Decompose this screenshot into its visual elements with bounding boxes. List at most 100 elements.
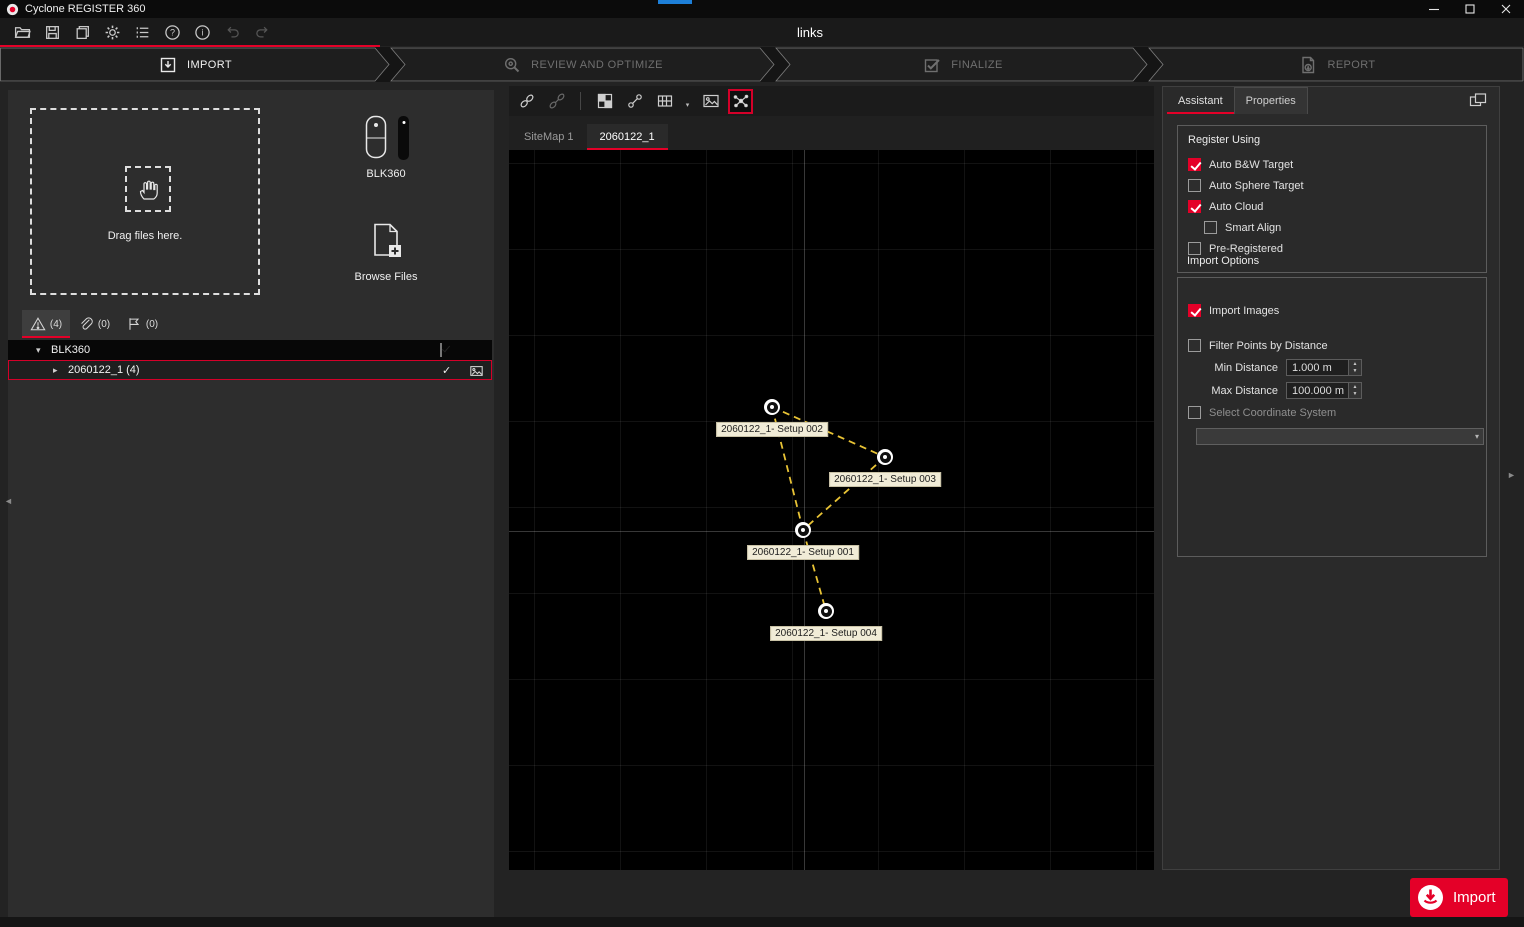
open-project-button[interactable] (10, 21, 35, 44)
close-button[interactable] (1488, 0, 1524, 18)
max-distance-input[interactable]: 100.000 m (1286, 382, 1348, 399)
checkbox-icon[interactable] (1188, 304, 1201, 317)
import-file-tree: ▾ BLK360 ▸ 2060122_1 (4) ✓ (8, 340, 492, 380)
setup-node[interactable] (877, 449, 893, 465)
min-distance-stepper[interactable]: ▲ ▼ (1348, 359, 1362, 376)
caret-down-icon[interactable]: ▾ (36, 345, 47, 356)
tab-attachments[interactable]: (0) (70, 310, 118, 338)
register-using-title: Register Using (1188, 134, 1476, 146)
setup-label[interactable]: 2060122_1- Setup 004 (770, 626, 882, 641)
max-distance-stepper[interactable]: ▲ ▼ (1348, 382, 1362, 399)
setup-label[interactable]: 2060122_1- Setup 001 (747, 545, 859, 560)
workflow-step-label: REVIEW AND OPTIMIZE (531, 59, 663, 71)
drop-files-zone[interactable]: Drag files here. (30, 108, 260, 295)
about-info-button[interactable]: i (190, 21, 215, 44)
tab-sitemap-1[interactable]: SiteMap 1 (511, 124, 587, 150)
tab-label: 2060122_1 (600, 131, 655, 143)
checkbox-icon[interactable] (1188, 406, 1201, 419)
images-icon[interactable] (469, 364, 484, 381)
blk360-device-icon (363, 114, 389, 160)
workflow-step-review[interactable]: REVIEW AND OPTIMIZE (390, 47, 775, 82)
batch-import-button[interactable] (70, 21, 95, 44)
checkbox-icon[interactable] (1188, 158, 1201, 171)
import-options-title: Import Options (1187, 255, 1259, 267)
tab-flags[interactable]: (0) (118, 310, 166, 338)
setup-label[interactable]: 2060122_1- Setup 002 (716, 422, 828, 437)
checkbox-icon[interactable] (1188, 242, 1201, 255)
create-link-tool[interactable] (514, 89, 539, 114)
option-label: Smart Align (1225, 222, 1281, 234)
break-link-tool[interactable] (544, 89, 569, 114)
option-filter-points[interactable]: Filter Points by Distance (1188, 335, 1476, 356)
setup-node-dot (824, 609, 828, 613)
grid-settings-dropdown[interactable]: ▾ (682, 89, 693, 114)
tree-row-blk360[interactable]: ▾ BLK360 (8, 340, 492, 360)
workflow-step-report[interactable]: REPORT (1150, 47, 1524, 82)
option-import-images[interactable]: Import Images (1188, 300, 1476, 321)
save-project-button[interactable] (40, 21, 65, 44)
workflow-bar: IMPORT REVIEW AND OPTIMIZE FINALIZE REPO… (0, 47, 1524, 82)
target-view-tool[interactable] (592, 89, 617, 114)
svg-text:i: i (201, 27, 203, 37)
min-distance-input[interactable]: 1.000 m (1286, 359, 1348, 376)
setup-node-dot (770, 405, 774, 409)
spin-up-icon[interactable]: ▲ (1349, 383, 1361, 391)
tree-row-2060122-1[interactable]: ▸ 2060122_1 (4) ✓ (8, 360, 492, 380)
checkbox-icon[interactable] (1188, 200, 1201, 213)
import-button[interactable]: Import (1410, 878, 1508, 917)
setup-node[interactable] (795, 522, 811, 538)
collapse-left-panel-icon[interactable]: ◄ (4, 496, 13, 506)
image-view-tool[interactable] (698, 89, 723, 114)
sitemap-canvas[interactable]: 2060122_1- Setup 002 2060122_1- Setup 003… (509, 150, 1154, 870)
workflow-step-finalize[interactable]: FINALIZE (775, 47, 1150, 82)
coordinate-system-select[interactable]: ▾ (1196, 428, 1484, 445)
flag-icon (126, 316, 142, 332)
layout-panels-icon[interactable] (1467, 90, 1489, 110)
tree-label: BLK360 (51, 344, 90, 356)
browse-files-button[interactable]: Browse Files (336, 222, 436, 283)
option-auto-cloud[interactable]: Auto Cloud (1188, 196, 1476, 217)
option-auto-sphere-target[interactable]: Auto Sphere Target (1188, 175, 1476, 196)
auto-cloud-tool[interactable] (728, 89, 753, 114)
checkbox-icon[interactable] (1204, 221, 1217, 234)
spin-up-icon[interactable]: ▲ (1349, 360, 1361, 368)
assistant-panel: Assistant Properties Register Using Auto… (1162, 86, 1500, 870)
setup-node[interactable] (818, 603, 834, 619)
workflow-step-import[interactable]: IMPORT (0, 47, 390, 82)
tab-assistant[interactable]: Assistant (1167, 87, 1234, 114)
maximize-button[interactable] (1452, 0, 1488, 18)
setup-node[interactable] (764, 399, 780, 415)
tab-warnings[interactable]: (4) (22, 310, 70, 338)
blk360-source[interactable]: BLK360 (336, 114, 436, 180)
spin-down-icon[interactable]: ▼ (1349, 391, 1361, 399)
option-smart-align[interactable]: Smart Align (1204, 217, 1476, 238)
register-using-group: Register Using Auto B&W Target Auto Sphe… (1177, 125, 1487, 273)
setup-node-ring (821, 606, 832, 617)
spin-down-icon[interactable]: ▼ (1349, 368, 1361, 376)
option-auto-bw-target[interactable]: Auto B&W Target (1188, 154, 1476, 175)
setup-label[interactable]: 2060122_1- Setup 003 (829, 472, 941, 487)
check-icon[interactable]: ✓ (442, 364, 451, 377)
redo-button[interactable] (250, 21, 275, 44)
import-icon (158, 55, 178, 75)
caret-right-icon[interactable]: ▸ (53, 365, 64, 376)
setup-node-ring (798, 525, 809, 536)
option-coordinate-system[interactable]: Select Coordinate System (1188, 402, 1476, 423)
help-button[interactable]: ? (160, 21, 185, 44)
undo-button[interactable] (220, 21, 245, 44)
setup-nodes-layer: 2060122_1- Setup 002 2060122_1- Setup 003… (509, 150, 1154, 870)
sitemap-tabs: SiteMap 1 2060122_1 (509, 116, 1154, 150)
grid-settings-tool[interactable] (652, 89, 677, 114)
tab-properties[interactable]: Properties (1234, 87, 1308, 114)
visual-alignment-tool[interactable] (622, 89, 647, 114)
minimize-button[interactable] (1416, 0, 1452, 18)
tab-2060122-1[interactable]: 2060122_1 (587, 124, 668, 150)
checkbox-icon[interactable] (1188, 339, 1201, 352)
settings-gear-icon[interactable] (100, 21, 125, 44)
reports-list-button[interactable] (130, 21, 155, 44)
checkbox-icon[interactable] (1188, 179, 1201, 192)
chevron-down-icon: ▾ (1475, 432, 1479, 441)
tree-checkbox[interactable] (440, 344, 442, 356)
expand-right-panel-icon[interactable]: ► (1507, 470, 1516, 480)
setup-node-dot (883, 455, 887, 459)
